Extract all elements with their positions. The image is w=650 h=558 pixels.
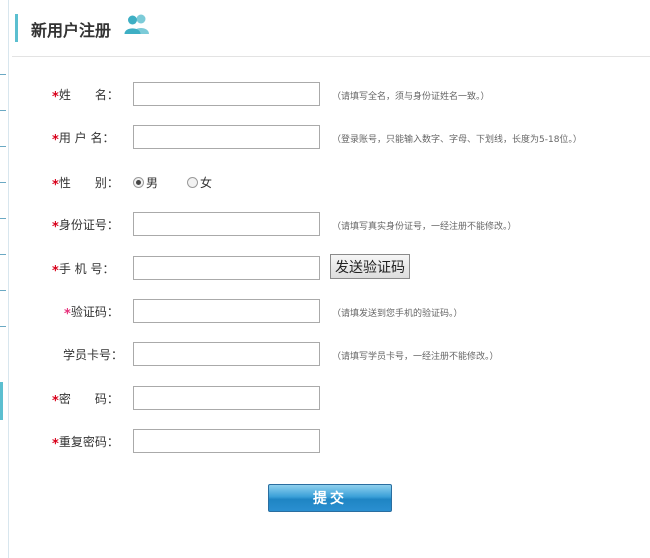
radio-unchecked-icon[interactable] — [187, 177, 198, 188]
header-accent-bar — [15, 14, 18, 42]
row-phone: *手 机 号： 发送验证码 — [0, 254, 650, 282]
row-name: *姓 名： （请填写全名，须与身份证姓名一致。） — [0, 82, 650, 108]
student-card-hint: （请填写学员卡号，一经注册不能修改。） — [332, 352, 499, 362]
name-label: *姓 名： — [52, 88, 119, 105]
row-gender: *性 别： 男 女 — [0, 170, 650, 196]
phone-label: *手 机 号： — [52, 262, 115, 279]
gender-option-female[interactable]: 女 — [187, 170, 212, 196]
username-hint: （登录账号，只能输入数字、字母、下划线，长度为5-18位。） — [332, 135, 582, 145]
code-input[interactable] — [133, 299, 320, 323]
password-label: *密 码： — [52, 392, 119, 409]
rail-mark — [0, 290, 6, 291]
password-input[interactable] — [133, 386, 320, 410]
username-input[interactable] — [133, 125, 320, 149]
username-label: *用 户 名： — [52, 131, 115, 148]
required-mark: * — [52, 437, 59, 452]
users-icon — [124, 14, 149, 34]
confirm-password-input[interactable] — [133, 429, 320, 453]
submit-button[interactable]: 提交 — [268, 484, 392, 512]
rail-mark — [0, 110, 6, 111]
row-student-card: 学员卡号： （请填写学员卡号，一经注册不能修改。） — [0, 342, 650, 368]
id-number-label: *身份证号： — [52, 218, 119, 235]
page-title: 新用户注册 — [31, 21, 112, 40]
rail-mark — [0, 326, 6, 327]
required-mark: * — [52, 178, 59, 193]
row-confirm-password: *重复密码： — [0, 429, 650, 455]
gender-option-male[interactable]: 男 — [133, 170, 158, 196]
student-card-label: 学员卡号： — [63, 348, 124, 362]
row-id-number: *身份证号： （请填写真实身份证号，一经注册不能修改。） — [0, 212, 650, 238]
required-mark: * — [64, 307, 71, 322]
row-username: *用 户 名： （登录账号，只能输入数字、字母、下划线，长度为5-18位。） — [0, 125, 650, 151]
code-hint: （请填发送到您手机的验证码。） — [332, 309, 463, 319]
name-input[interactable] — [133, 82, 320, 106]
confirm-password-label: *重复密码： — [52, 435, 119, 452]
student-card-input[interactable] — [133, 342, 320, 366]
gender-option-label: 男 — [146, 176, 159, 190]
required-mark: * — [52, 394, 59, 409]
gender-option-label: 女 — [200, 176, 213, 190]
required-mark: * — [52, 264, 59, 279]
send-code-button[interactable]: 发送验证码 — [330, 254, 410, 279]
id-number-hint: （请填写真实身份证号，一经注册不能修改。） — [332, 222, 517, 232]
required-mark: * — [52, 220, 59, 235]
required-mark: * — [52, 90, 59, 105]
name-hint: （请填写全名，须与身份证姓名一致。） — [332, 92, 490, 102]
page-header: 新用户注册 — [12, 0, 650, 57]
row-code: *验证码： （请填发送到您手机的验证码。） — [0, 299, 650, 325]
rail-mark — [0, 74, 6, 75]
radio-checked-icon[interactable] — [133, 177, 144, 188]
rail-mark — [0, 254, 6, 255]
id-number-input[interactable] — [133, 212, 320, 236]
phone-input[interactable] — [133, 256, 320, 280]
gender-label: *性 别： — [52, 176, 119, 193]
code-label: *验证码： — [64, 305, 119, 322]
row-password: *密 码： — [0, 386, 650, 412]
required-mark: * — [52, 133, 59, 148]
